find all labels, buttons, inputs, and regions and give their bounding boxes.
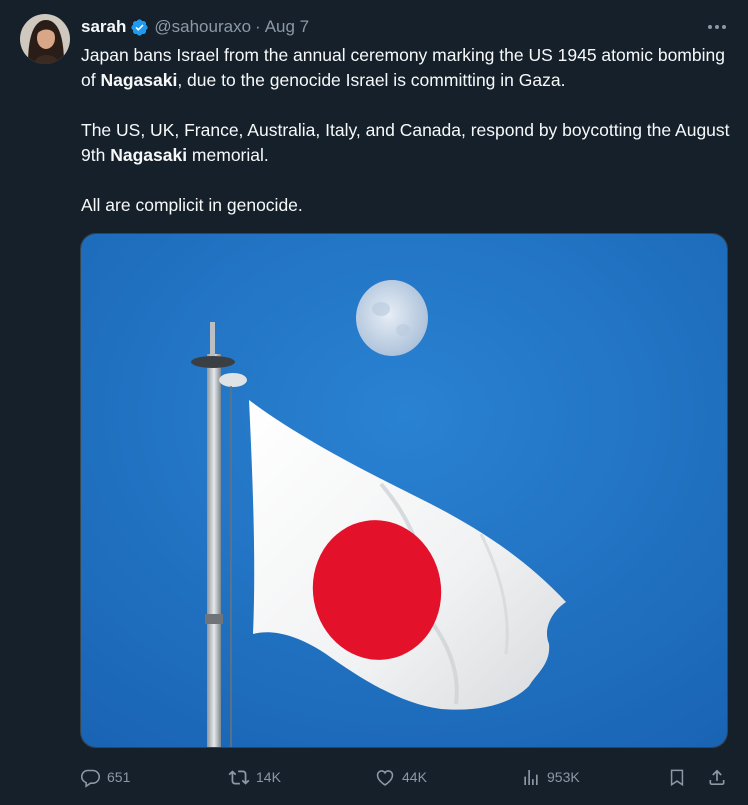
- like-button[interactable]: 44K: [374, 762, 427, 792]
- keyword-highlight: Nagasaki: [110, 145, 188, 165]
- views-button[interactable]: 953K: [521, 762, 580, 792]
- tweet-header: sarah @sahouraxo · Aug 7: [81, 15, 309, 39]
- repost-count: 14K: [256, 769, 281, 785]
- tweet-paragraph: All are complicit in genocide.: [81, 195, 303, 215]
- author-name[interactable]: sarah: [81, 15, 126, 39]
- text-segment: memorial.: [187, 145, 269, 165]
- views-icon: [521, 767, 541, 788]
- views-count: 953K: [547, 769, 580, 785]
- text-segment: , due to the genocide Israel is committi…: [177, 70, 566, 90]
- tweet-media-image[interactable]: [80, 233, 728, 748]
- like-count: 44K: [402, 769, 427, 785]
- reply-button[interactable]: 651: [80, 762, 130, 792]
- bookmark-button[interactable]: [667, 762, 687, 792]
- avatar[interactable]: [20, 14, 70, 64]
- repost-icon: [228, 767, 250, 788]
- share-icon: [707, 767, 727, 788]
- tweet-paragraph: Japan bans Israel from the annual ceremo…: [81, 43, 736, 93]
- like-icon: [374, 767, 396, 788]
- reply-icon: [80, 767, 101, 788]
- tweet-action-bar: 651 14K 44K 953K: [80, 762, 730, 792]
- share-button[interactable]: [707, 762, 727, 792]
- tweet-paragraph: The US, UK, France, Australia, Italy, an…: [81, 118, 736, 168]
- more-icon[interactable]: [704, 16, 730, 38]
- verified-badge-icon: [130, 18, 149, 37]
- bookmark-icon: [667, 767, 687, 788]
- tweet-date[interactable]: Aug 7: [265, 15, 309, 39]
- keyword-highlight: Nagasaki: [100, 70, 178, 90]
- header-separator: ·: [255, 17, 261, 36]
- reply-count: 651: [107, 769, 131, 785]
- tweet-text: Japan bans Israel from the annual ceremo…: [81, 43, 736, 218]
- author-handle[interactable]: @sahouraxo: [154, 15, 251, 39]
- repost-button[interactable]: 14K: [228, 762, 281, 792]
